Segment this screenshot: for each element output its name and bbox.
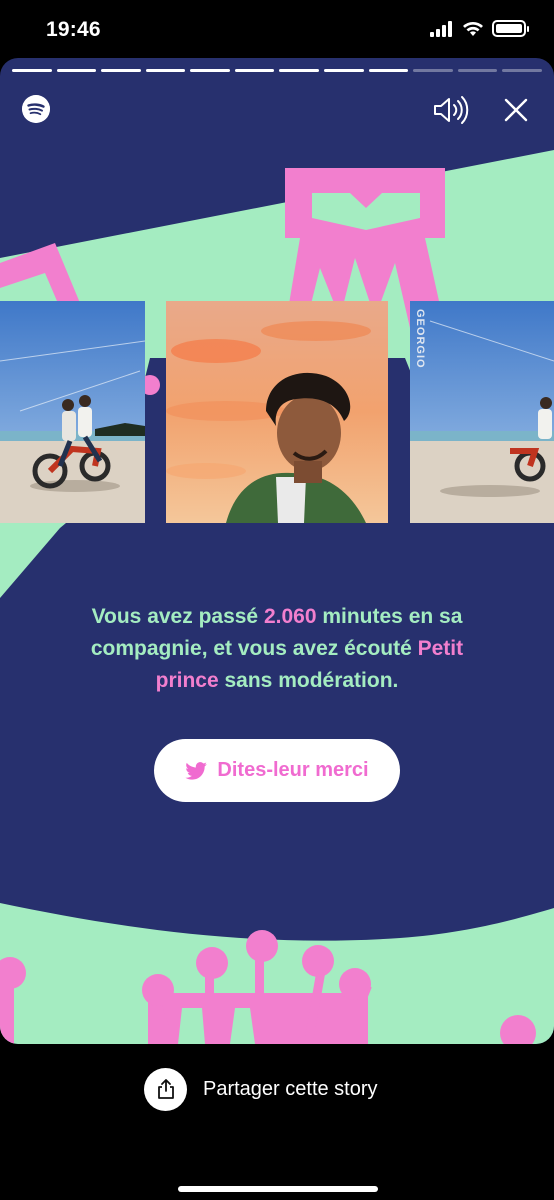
- motorcycle-beach-cover: [410, 301, 554, 523]
- progress-segment: [502, 69, 542, 72]
- story-text-part: sans modération.: [218, 669, 399, 692]
- motorcycle-beach-cover: [0, 301, 145, 523]
- share-icon-button[interactable]: [144, 1067, 187, 1111]
- close-icon[interactable]: [502, 96, 530, 124]
- progress-segment: [279, 69, 320, 72]
- album-cover[interactable]: GEORGIO: [410, 301, 554, 523]
- status-bar: 19:46: [0, 0, 554, 60]
- story-message: Vous avez passé 2.060 minutes en sa comp…: [60, 601, 494, 697]
- album-cover[interactable]: [0, 301, 145, 523]
- story-text-part: Vous avez passé: [91, 605, 264, 628]
- progress-segment: [413, 69, 453, 72]
- portrait-sunset-cover: [166, 301, 388, 523]
- thank-artist-button[interactable]: Dites-leur merci: [154, 739, 400, 802]
- progress-segment: [101, 69, 141, 72]
- thank-artist-label: Dites-leur merci: [217, 759, 369, 781]
- twitter-icon: [185, 761, 208, 780]
- progress-segment: [368, 69, 409, 72]
- album-cover-current[interactable]: [166, 301, 388, 523]
- spotify-logo-icon: [22, 95, 50, 123]
- wifi-icon: [463, 21, 483, 36]
- signal-icon: [430, 20, 452, 37]
- progress-segment: [145, 69, 186, 72]
- cover-artist-tag: GEORGIO: [414, 309, 426, 369]
- status-time: 19:46: [46, 18, 101, 41]
- home-indicator[interactable]: [178, 1186, 378, 1192]
- story-progress-bar: [12, 69, 542, 72]
- progress-segment: [190, 69, 230, 72]
- battery-icon: [492, 20, 529, 37]
- story-card[interactable]: GEORGIO Vous avez passé 2.060 minutes en…: [0, 58, 554, 1044]
- minutes-count: 2.060: [263, 605, 317, 628]
- story-background-decoration: [0, 150, 554, 1044]
- progress-segment: [12, 69, 52, 72]
- share-story-label: Partager cette story: [203, 1077, 378, 1100]
- progress-segment: [457, 69, 498, 72]
- share-icon: [157, 1079, 174, 1099]
- progress-segment: [234, 69, 275, 72]
- progress-segment: [324, 69, 364, 72]
- progress-segment: [56, 69, 97, 72]
- share-story-button[interactable]: Partager cette story: [144, 1067, 378, 1111]
- status-icons: [430, 20, 529, 37]
- album-covers-carousel[interactable]: GEORGIO: [0, 301, 554, 523]
- speaker-icon[interactable]: [432, 95, 470, 125]
